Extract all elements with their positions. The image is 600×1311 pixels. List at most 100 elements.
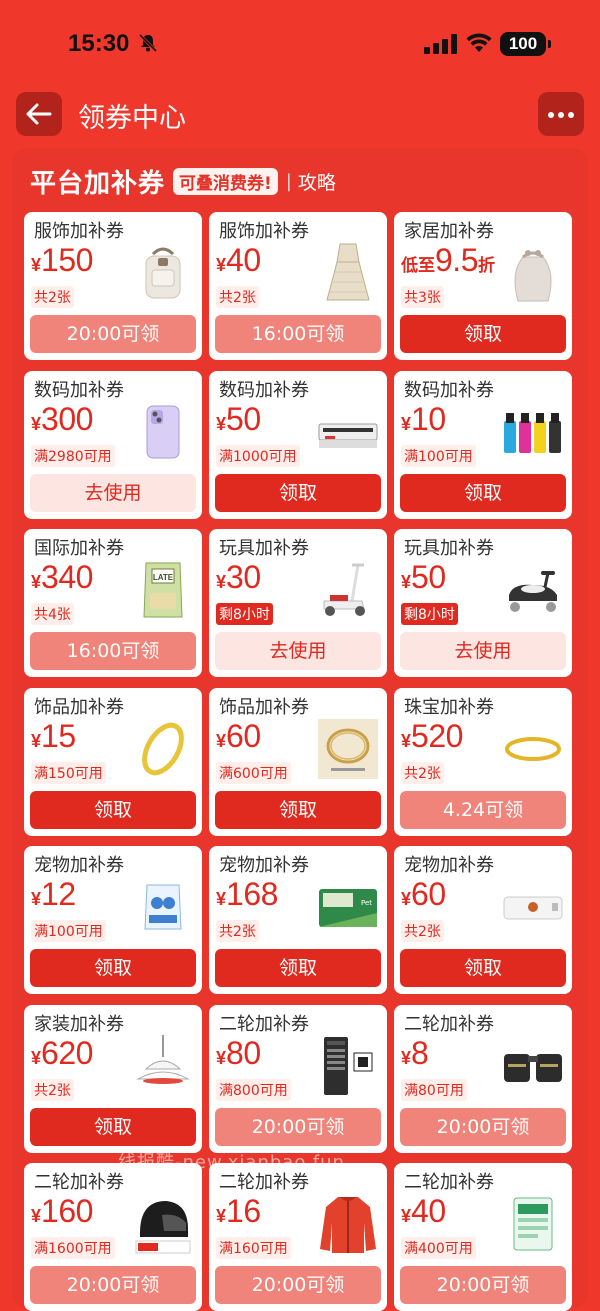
saddle-bag-icon — [502, 1035, 564, 1097]
coupon-action-button[interactable]: 20:00可领 — [30, 1266, 196, 1304]
coupon-condition: 共2张 — [401, 762, 444, 784]
arrow-left-icon — [26, 103, 52, 125]
currency-symbol: ¥ — [216, 1048, 227, 1068]
coupon-card: 二轮加补券 ¥40 满400可用 20:00可领 — [394, 1163, 572, 1311]
currency-symbol: ¥ — [31, 255, 42, 275]
coupon-card: 数码加补券 ¥10 满100可用 领取 — [394, 371, 572, 519]
amount-value: 60 — [226, 718, 261, 754]
pendant-lamp-icon — [132, 1035, 194, 1097]
ink-bottles-icon — [502, 401, 564, 463]
guide-link[interactable]: 攻略 — [298, 168, 336, 195]
coupon-card: 二轮加补券 ¥80 满800可用 20:00可领 — [209, 1005, 387, 1153]
helmet-icon — [132, 1193, 194, 1255]
amount-value: 40 — [226, 242, 261, 278]
coupon-action-button[interactable]: 领取 — [30, 949, 196, 987]
coupon-condition: 满2980可用 — [31, 445, 115, 467]
coupon-category: 国际加补券 — [34, 538, 124, 559]
currency-symbol: ¥ — [401, 414, 412, 434]
coupon-panel: 平台加补券 可叠消费券! | 攻略 服饰加补券 ¥150 共2张 20:00可领 服饰加… — [12, 148, 588, 1311]
coupon-amount: ¥8 — [401, 1035, 429, 1072]
more-button[interactable] — [538, 92, 584, 136]
coupon-card: 数码加补券 ¥300 满2980可用 去使用 — [24, 371, 202, 519]
coupon-condition: 剩8小时 — [401, 603, 458, 625]
coupon-card: 玩具加补券 ¥50 剩8小时 去使用 — [394, 529, 572, 677]
coupon-category: 数码加补券 — [404, 380, 494, 401]
svg-text:LATE: LATE — [153, 573, 174, 582]
coupon-card: 家居加补券 低至9.5折 共3张 领取 — [394, 212, 572, 360]
coupon-amount: ¥50 — [401, 559, 446, 596]
coupon-action-button[interactable]: 20:00可领 — [400, 1108, 566, 1146]
coupon-card: 数码加补券 ¥50 满1000可用 领取 — [209, 371, 387, 519]
amount-value: 8 — [411, 1035, 429, 1071]
coupon-action-button[interactable]: 去使用 — [215, 632, 381, 670]
currency-symbol: ¥ — [401, 731, 412, 751]
coupon-action-button[interactable]: 去使用 — [400, 632, 566, 670]
currency-symbol: ¥ — [401, 889, 412, 909]
amount-suffix: 折 — [477, 256, 495, 276]
back-button[interactable] — [16, 92, 62, 136]
currency-symbol: ¥ — [216, 414, 227, 434]
status-time: 15:30 — [68, 30, 130, 57]
amount-value: 168 — [226, 876, 278, 912]
coupon-action-button[interactable]: 16:00可领 — [30, 632, 196, 670]
coupon-category: 珠宝加补券 — [404, 697, 494, 718]
coupon-category: 玩具加补券 — [219, 538, 309, 559]
header-separator: | — [285, 170, 292, 192]
currency-symbol: ¥ — [401, 1048, 412, 1068]
coupon-category: 二轮加补券 — [404, 1172, 494, 1193]
currency-symbol: ¥ — [401, 572, 412, 592]
coupon-action-button[interactable]: 领取 — [400, 949, 566, 987]
coupon-action-button[interactable]: 领取 — [215, 791, 381, 829]
coupon-action-button[interactable]: 4.24可领 — [400, 791, 566, 829]
coupon-card: 国际加补券 ¥340 共4张 LATE 16:00可领 — [24, 529, 202, 677]
coupon-amount: ¥150 — [31, 242, 93, 279]
coupon-action-button[interactable]: 去使用 — [30, 474, 196, 512]
coupon-action-button[interactable]: 16:00可领 — [215, 315, 381, 353]
stackable-tag: 可叠消费券! — [173, 167, 278, 195]
coupon-amount: ¥40 — [216, 242, 261, 279]
coupon-amount: ¥10 — [401, 401, 446, 438]
coupon-card: 二轮加补券 ¥16 满160可用 20:00可领 — [209, 1163, 387, 1311]
coupon-condition: 共4张 — [31, 603, 74, 625]
battery-box-icon — [502, 1193, 564, 1255]
nav-bar: 领券中心 — [0, 88, 600, 144]
currency-symbol: ¥ — [31, 1048, 42, 1068]
coupon-action-button[interactable]: 20:00可领 — [215, 1266, 381, 1304]
currency-symbol: ¥ — [31, 731, 42, 751]
amount-value: 15 — [41, 718, 76, 754]
coupon-action-button[interactable]: 领取 — [400, 315, 566, 353]
coupon-condition: 满160可用 — [216, 1237, 291, 1259]
coupon-action-button[interactable]: 领取 — [30, 1108, 196, 1146]
coupon-action-button[interactable]: 领取 — [30, 791, 196, 829]
coupon-card: 二轮加补券 ¥8 满80可用 20:00可领 — [394, 1005, 572, 1153]
phone-icon — [132, 401, 194, 463]
currency-symbol: ¥ — [216, 572, 227, 592]
pet-device-icon — [502, 876, 564, 938]
coupon-action-button[interactable]: 20:00可领 — [400, 1266, 566, 1304]
amount-value: 50 — [226, 401, 261, 437]
coupon-action-button[interactable]: 20:00可领 — [215, 1108, 381, 1146]
more-dot-icon — [568, 112, 574, 118]
amount-value: 340 — [41, 559, 93, 595]
coupon-category: 宠物加补券 — [404, 855, 494, 876]
coupon-action-button[interactable]: 领取 — [215, 949, 381, 987]
coupon-category: 饰品加补券 — [34, 697, 124, 718]
amount-value: 60 — [411, 876, 446, 912]
dress-icon — [317, 242, 379, 304]
currency-symbol: ¥ — [401, 1206, 412, 1226]
coupon-action-button[interactable]: 20:00可领 — [30, 315, 196, 353]
currency-symbol: ¥ — [216, 1206, 227, 1226]
coupon-amount: ¥160 — [31, 1193, 93, 1230]
coupon-condition: 满800可用 — [216, 1079, 291, 1101]
coupon-condition: 共3张 — [401, 286, 444, 308]
amount-value: 520 — [411, 718, 463, 754]
coupon-condition: 共2张 — [31, 1079, 74, 1101]
coupon-action-button[interactable]: 领取 — [400, 474, 566, 512]
coupon-action-button[interactable]: 领取 — [215, 474, 381, 512]
more-dot-icon — [558, 112, 564, 118]
coupon-card: 饰品加补券 ¥60 满600可用 领取 — [209, 688, 387, 836]
coupon-category: 二轮加补券 — [219, 1014, 309, 1035]
coupon-category: 二轮加补券 — [34, 1172, 124, 1193]
amount-value: 300 — [41, 401, 93, 437]
gold-ring-icon — [502, 718, 564, 780]
